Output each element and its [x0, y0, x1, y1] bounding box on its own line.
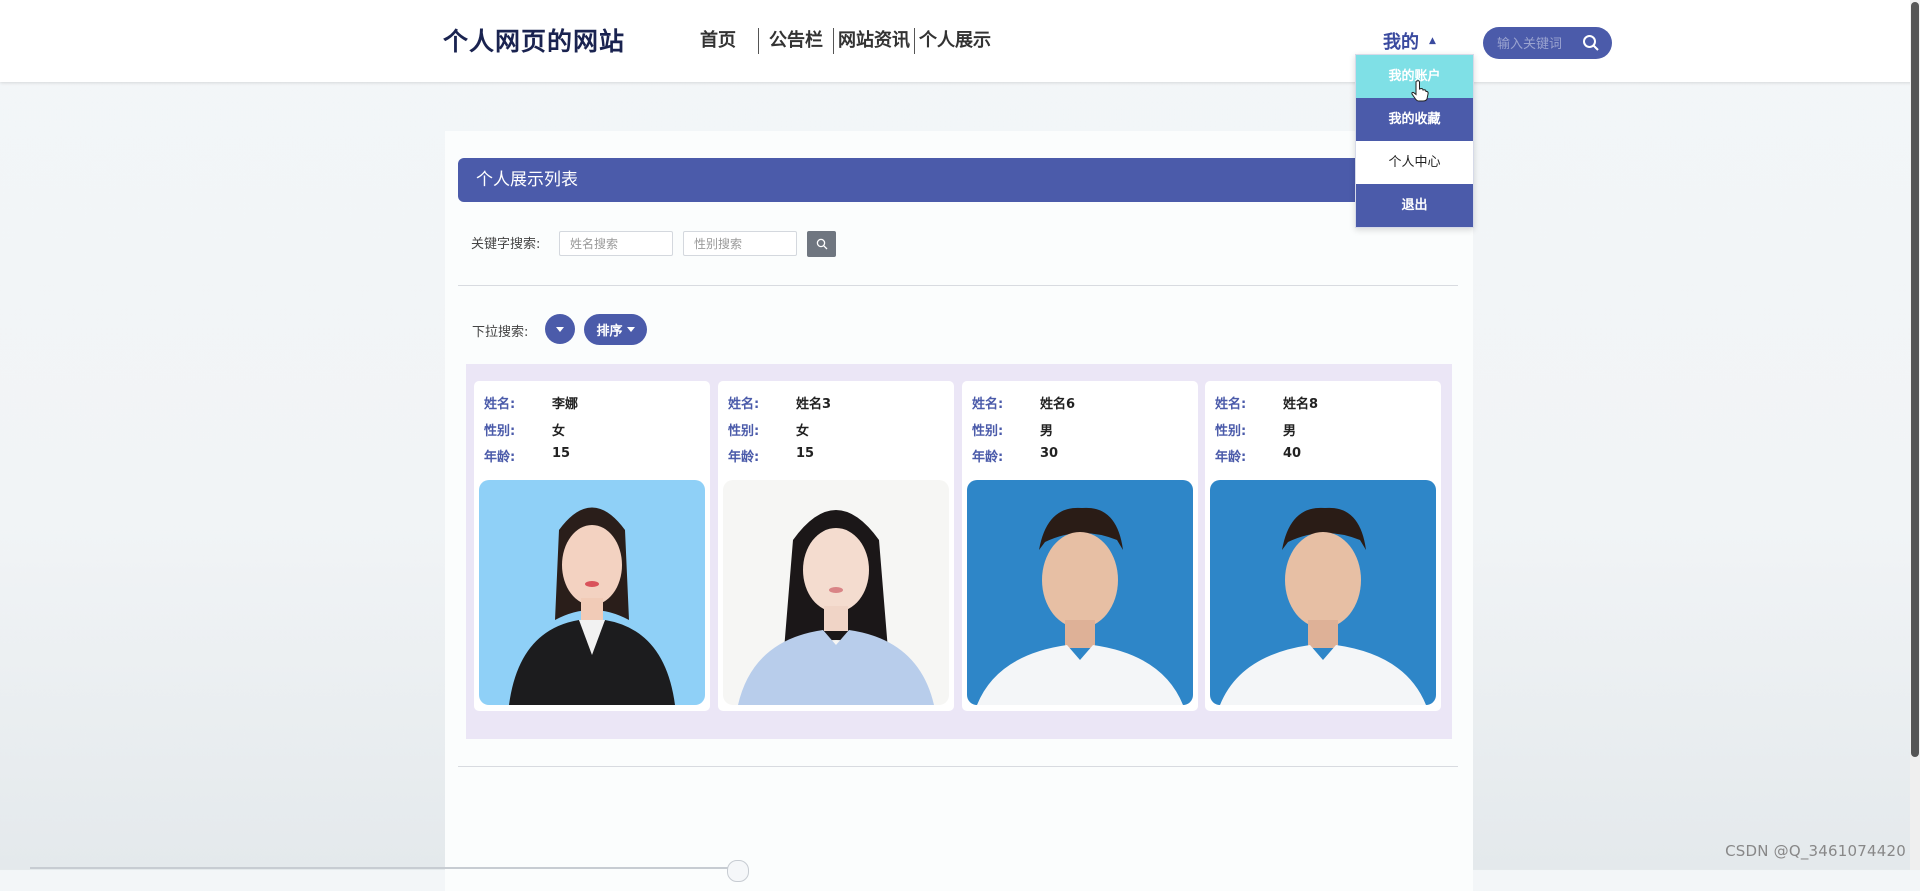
caret-up-icon: ▲: [1429, 36, 1436, 46]
person-card[interactable]: 姓名: 姓名3 性别: 女 年龄: 15: [718, 381, 954, 711]
my-menu-label: 我的: [1383, 32, 1419, 53]
person-card[interactable]: 姓名: 姓名8 性别: 男 年龄: 40: [1205, 381, 1441, 711]
gender-value: 女: [552, 424, 566, 439]
dropdown-filter-button[interactable]: [545, 314, 575, 344]
divider: [458, 766, 1458, 767]
nav-home[interactable]: 首页: [690, 28, 746, 54]
name-value: 姓名3: [796, 397, 832, 412]
caret-down-icon: [556, 326, 564, 332]
gender-value: 女: [796, 424, 810, 439]
nav-news[interactable]: 网站资讯: [833, 28, 914, 54]
sort-dropdown-button[interactable]: 排序: [584, 314, 647, 345]
name-label: 姓名:: [1215, 397, 1247, 412]
site-brand[interactable]: 个人网页的网站: [443, 22, 625, 58]
name-value: 姓名8: [1283, 397, 1319, 412]
person-photo[interactable]: [967, 480, 1193, 705]
menu-logout[interactable]: 退出: [1356, 184, 1473, 227]
age-label: 年龄:: [1215, 450, 1247, 465]
gender-label: 性别:: [1215, 424, 1247, 439]
name-label: 姓名:: [484, 397, 516, 412]
gender-label: 性别:: [484, 424, 516, 439]
age-label: 年龄:: [972, 450, 1004, 465]
search-icon: [816, 238, 827, 250]
person-photo[interactable]: [723, 480, 949, 705]
dropdown-search-label: 下拉搜索:: [472, 325, 529, 340]
person-card[interactable]: 姓名: 李娜 性别: 女 年龄: 15: [474, 381, 710, 711]
age-value: 15: [796, 446, 815, 461]
name-search-input[interactable]: [559, 231, 673, 256]
age-label: 年龄:: [728, 450, 760, 465]
search-button[interactable]: [807, 231, 836, 257]
name-label: 姓名:: [972, 397, 1004, 412]
search-icon[interactable]: [1582, 34, 1600, 56]
name-label: 姓名:: [728, 397, 760, 412]
nav-notice[interactable]: 公告栏: [758, 28, 833, 54]
header-search-input[interactable]: [1495, 33, 1579, 55]
person-photo[interactable]: [479, 480, 705, 705]
gender-label: 性别:: [972, 424, 1004, 439]
main-nav: 首页 公告栏 网站资讯 个人展示: [690, 28, 995, 54]
slider-handle[interactable]: [727, 860, 749, 882]
header-search: [1483, 27, 1612, 59]
section-title: 个人展示列表: [458, 158, 1458, 202]
age-label: 年龄:: [484, 450, 516, 465]
gender-search-input[interactable]: [683, 231, 797, 256]
age-value: 30: [1040, 446, 1059, 461]
hand-cursor-icon: [1411, 80, 1429, 106]
name-value: 姓名6: [1040, 397, 1076, 412]
gender-label: 性别:: [728, 424, 760, 439]
my-menu-toggle[interactable]: 我的 ▲: [1383, 28, 1436, 54]
sort-label: 排序: [596, 324, 623, 339]
divider: [458, 285, 1458, 286]
person-card[interactable]: 姓名: 姓名6 性别: 男 年龄: 30: [962, 381, 1198, 711]
gender-value: 男: [1040, 424, 1054, 439]
age-value: 15: [552, 446, 571, 461]
age-value: 40: [1283, 446, 1302, 461]
person-photo[interactable]: [1210, 480, 1436, 705]
caret-down-icon: [626, 327, 635, 332]
slider-track: [30, 867, 740, 869]
scrollbar-thumb[interactable]: [1911, 2, 1919, 757]
name-value: 李娜: [552, 397, 579, 412]
top-navbar: 个人网页的网站 首页 公告栏 网站资讯 个人展示 我的 ▲: [0, 0, 1920, 82]
nav-personal-display[interactable]: 个人展示: [914, 28, 995, 54]
scrollbar[interactable]: [1910, 0, 1920, 870]
gender-value: 男: [1283, 424, 1297, 439]
menu-personal-center[interactable]: 个人中心: [1356, 141, 1473, 184]
keyword-search-label: 关键字搜索:: [471, 237, 541, 252]
watermark: CSDN @Q_3461074420: [1725, 842, 1906, 860]
